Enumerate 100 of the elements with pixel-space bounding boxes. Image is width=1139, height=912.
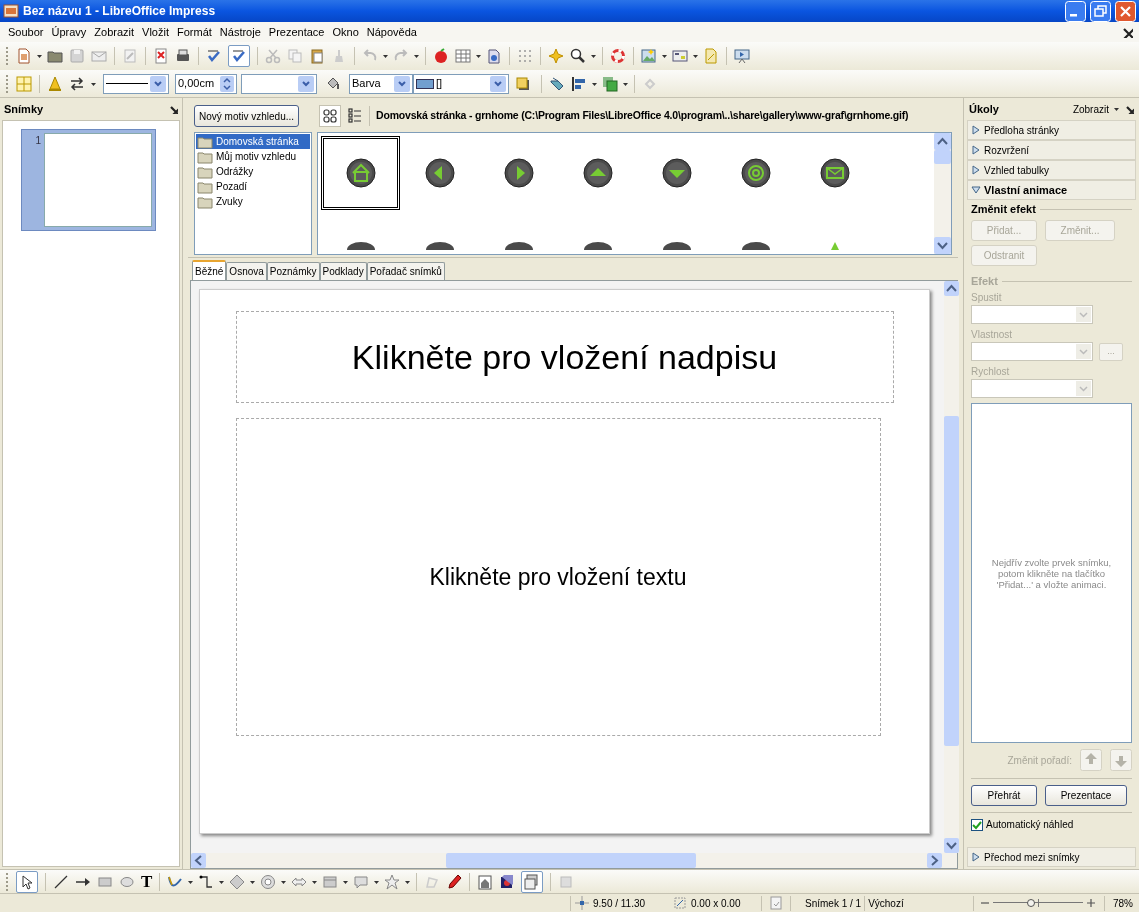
task-section-header[interactable]: Vlastní animace bbox=[967, 180, 1136, 200]
presentation-icon[interactable] bbox=[734, 48, 750, 64]
window-icon[interactable] bbox=[672, 48, 688, 64]
line-icon[interactable] bbox=[53, 873, 69, 890]
spellcheck-icon[interactable] bbox=[206, 48, 222, 64]
dropdown-field[interactable] bbox=[971, 305, 1093, 324]
rotate-icon[interactable] bbox=[549, 75, 565, 92]
close-document-icon[interactable] bbox=[1121, 26, 1133, 38]
theme-list-item[interactable]: Zvuky bbox=[196, 194, 310, 209]
scrollbar-thumb[interactable] bbox=[446, 853, 696, 868]
scroll-down-button[interactable] bbox=[944, 838, 959, 853]
cone-icon[interactable] bbox=[47, 75, 63, 92]
icon-view-icon[interactable] bbox=[319, 105, 342, 127]
menu-item[interactable]: Zobrazit bbox=[90, 23, 139, 41]
menu-item[interactable]: Prezentace bbox=[264, 23, 329, 41]
scrollbar-thumb[interactable] bbox=[944, 416, 959, 746]
3d-toggle-icon[interactable] bbox=[521, 870, 544, 893]
paint-bucket-icon[interactable] bbox=[325, 75, 341, 92]
swap-arrows-icon[interactable] bbox=[69, 75, 85, 92]
sparkle-icon[interactable] bbox=[548, 48, 564, 64]
minimize-button[interactable] bbox=[1065, 0, 1086, 22]
folder-icon[interactable] bbox=[47, 48, 63, 64]
cube-icon[interactable] bbox=[499, 873, 516, 890]
window-title: Bez názvu 1 - LibreOffice Impress bbox=[23, 3, 216, 20]
pen-icon[interactable] bbox=[446, 873, 463, 890]
pdf-icon[interactable] bbox=[153, 48, 169, 64]
title-placeholder[interactable]: Klikněte pro vložení nadpisu bbox=[235, 311, 894, 403]
theme-list-item[interactable]: Odrážky bbox=[196, 164, 310, 179]
round-button-icon[interactable] bbox=[583, 242, 612, 250]
restore-button[interactable] bbox=[1090, 0, 1111, 22]
zoom-in-icon[interactable] bbox=[1086, 898, 1096, 908]
scroll-up-button[interactable] bbox=[934, 133, 951, 150]
caret-icon[interactable] bbox=[1113, 105, 1120, 113]
dropdown-field[interactable] bbox=[971, 342, 1093, 361]
view-menu[interactable]: Zobrazit bbox=[1072, 101, 1109, 117]
theme-list-item[interactable]: Domovská stránka bbox=[196, 134, 310, 149]
round-button-icon[interactable] bbox=[425, 242, 454, 250]
connector-icon[interactable] bbox=[198, 873, 215, 890]
menu-item[interactable]: Úpravy bbox=[47, 23, 91, 41]
house-picture-icon[interactable] bbox=[477, 873, 494, 890]
shadow-icon[interactable] bbox=[515, 75, 531, 92]
printer-icon[interactable] bbox=[175, 48, 191, 64]
animation-list[interactable]: Nejdřív zvolte prvek snímku, potom klikněte na tlačítko 'Přidat...' a vložte animaci. bbox=[971, 403, 1132, 743]
pointer-icon[interactable] bbox=[16, 870, 38, 893]
text-placeholder[interactable]: Klikněte pro vložení textu bbox=[235, 418, 881, 736]
field-label: Spustit bbox=[971, 291, 1003, 305]
spellcheck-icon[interactable] bbox=[228, 45, 250, 67]
size-icon[interactable] bbox=[672, 895, 688, 911]
scroll-left-button[interactable] bbox=[191, 853, 206, 868]
scroll-down-button[interactable] bbox=[934, 237, 951, 254]
task-section-header[interactable]: Rozvržení bbox=[967, 140, 1136, 160]
image-icon[interactable] bbox=[486, 48, 502, 64]
star-icon[interactable] bbox=[384, 873, 401, 890]
menu-item[interactable]: Nápověda bbox=[362, 23, 421, 41]
play-button[interactable]: Přehrát bbox=[971, 785, 1037, 806]
view-tab[interactable]: Poznámky bbox=[266, 262, 320, 280]
line-width-spinbox[interactable]: 0,00cm bbox=[175, 73, 237, 94]
view-tab[interactable]: Podklady bbox=[319, 262, 367, 280]
scroll-right-button[interactable] bbox=[927, 853, 942, 868]
round-button-icon[interactable] bbox=[504, 242, 533, 250]
checkbox[interactable] bbox=[971, 818, 983, 831]
scrollbar-thumb[interactable] bbox=[934, 150, 951, 164]
area-style-dropdown[interactable]: Barva bbox=[349, 73, 413, 94]
task-section-header[interactable]: Přechod mezi snímky bbox=[967, 847, 1136, 867]
round-button-icon[interactable] bbox=[741, 242, 770, 250]
line-color-dropdown[interactable] bbox=[241, 73, 317, 94]
position-icon[interactable] bbox=[574, 895, 590, 911]
slideshow-button[interactable]: Prezentace bbox=[1045, 785, 1127, 806]
clipboard-icon[interactable] bbox=[309, 48, 325, 64]
text-tool[interactable]: T bbox=[141, 873, 153, 890]
stack-icon[interactable] bbox=[602, 75, 618, 92]
apple-icon[interactable] bbox=[433, 48, 449, 64]
menu-item[interactable]: Formát bbox=[173, 23, 216, 41]
theme-list-item[interactable]: Můj motiv vzhledu bbox=[196, 149, 310, 164]
scroll-up-button[interactable] bbox=[944, 281, 959, 296]
zoom-icon[interactable] bbox=[570, 48, 586, 64]
area-fill-dropdown[interactable]: [] bbox=[413, 73, 509, 94]
align-icon[interactable] bbox=[571, 75, 587, 92]
close-button[interactable] bbox=[1115, 0, 1136, 22]
menu-item[interactable]: Nástroje bbox=[215, 23, 265, 41]
menu-item[interactable]: Soubor bbox=[4, 23, 48, 41]
collapsed-icon bbox=[971, 852, 981, 862]
slide-thumbnail[interactable]: 1 bbox=[21, 129, 156, 231]
list-view-icon[interactable] bbox=[347, 108, 364, 124]
menu-item[interactable]: Okno bbox=[328, 23, 363, 41]
group-heading: Efekt bbox=[971, 273, 998, 289]
task-section-header[interactable]: Vzhled tabulky bbox=[967, 160, 1136, 180]
view-tab[interactable]: Běžné bbox=[192, 260, 227, 280]
view-tab[interactable]: Osnova bbox=[226, 262, 267, 280]
lifebuoy-icon[interactable] bbox=[610, 48, 626, 64]
dropdown-field[interactable] bbox=[971, 379, 1093, 398]
line-style-dropdown[interactable] bbox=[103, 73, 169, 94]
zoom-slider-thumb[interactable] bbox=[1027, 899, 1036, 907]
menu-item[interactable]: Vložit bbox=[138, 23, 173, 41]
round-button-icon[interactable] bbox=[346, 242, 375, 250]
task-section-header[interactable]: Předloha stránky bbox=[967, 120, 1136, 140]
round-button-icon[interactable] bbox=[662, 242, 691, 250]
theme-list-item[interactable]: Pozadí bbox=[196, 179, 310, 194]
new-theme-button[interactable]: Nový motiv vzhledu... bbox=[194, 105, 300, 127]
view-tab[interactable]: Pořadač snímků bbox=[366, 262, 445, 280]
